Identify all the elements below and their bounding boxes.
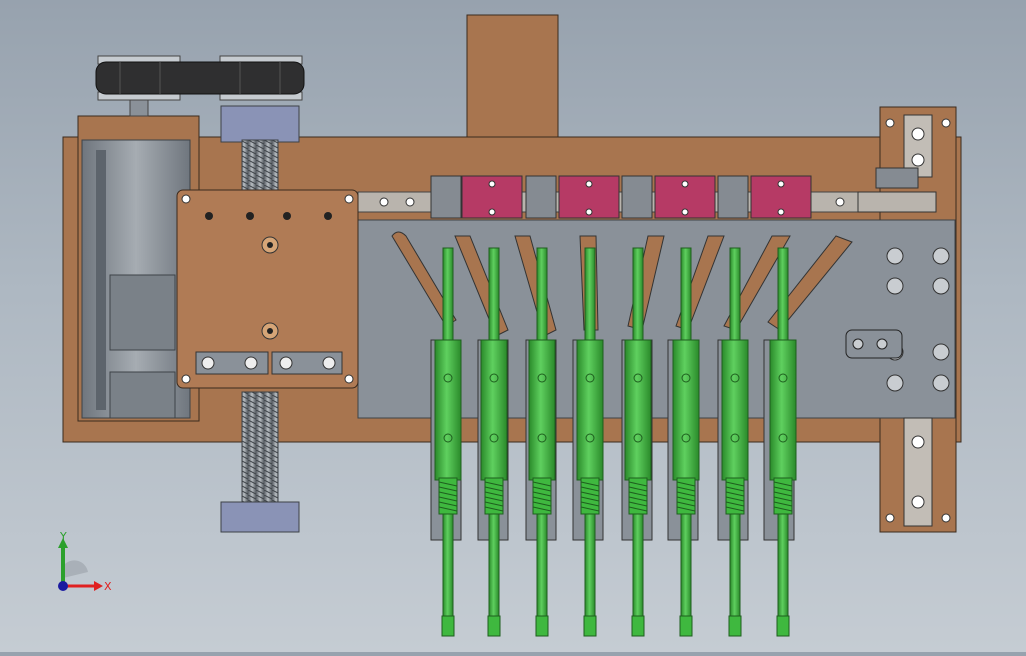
z-axis-dot [58,581,68,591]
x-axis-label: X [104,580,112,593]
triad-arc [63,560,88,578]
y-axis-label: Y [59,530,67,543]
cad-model-scene [62,14,962,637]
cad-viewport[interactable]: Y X [0,0,1026,652]
carriage-plate [176,189,359,389]
top-mounting-tab [466,14,559,141]
coordinate-triad[interactable]: Y X [48,528,118,598]
